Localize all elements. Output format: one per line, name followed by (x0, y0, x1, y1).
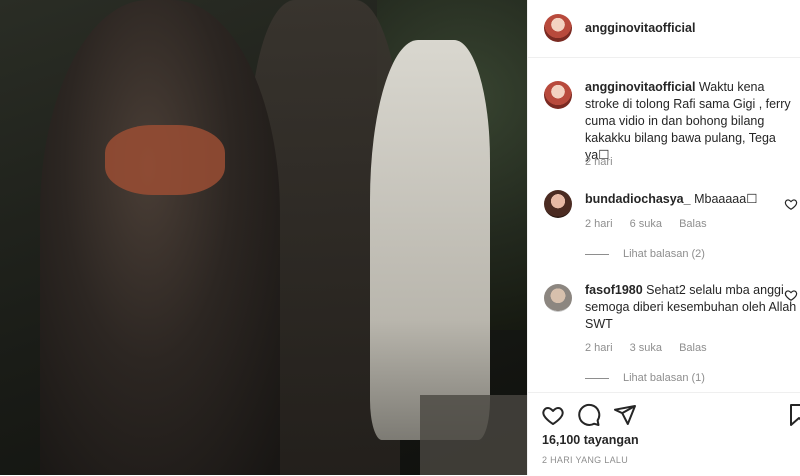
comment-text: Mbaaaaa☐ (694, 192, 758, 206)
comment-item: fasof1980 Sehat2 selalu mba anggi, semog… (544, 282, 796, 334)
comment-item: bundadiochasya_ Mbaaaaa☐ (544, 190, 794, 218)
comment-reply-button[interactable]: Balas (679, 218, 707, 230)
view-replies-label[interactable]: Lihat balasan (1) (623, 372, 705, 384)
comment-avatar[interactable] (544, 190, 572, 218)
comment-username[interactable]: bundadiochasya_ (585, 192, 691, 206)
comment-time: 2 hari (585, 342, 613, 354)
comment-reply-button[interactable]: Balas (679, 342, 707, 354)
comment-meta: 2 hari 6 suka Balas (585, 218, 721, 230)
comment-avatar[interactable] (544, 284, 572, 312)
post-actions: 16,100 tayangan 2 HARI YANG LALU (528, 392, 800, 476)
replies-divider (585, 377, 609, 379)
author-avatar[interactable] (544, 14, 572, 42)
video-person-right (370, 40, 490, 440)
author-username[interactable]: angginovitaofficial (585, 21, 695, 35)
caption-time: 2 hari (585, 156, 613, 168)
caption-text-block: angginovitaofficial Waktu kena stroke di… (585, 79, 800, 164)
replies-divider (585, 253, 609, 255)
post-video[interactable] (0, 0, 527, 475)
comment-likes[interactable]: 3 suka (630, 342, 662, 354)
view-replies[interactable]: Lihat balasan (2) (585, 248, 705, 260)
bookmark-icon[interactable] (787, 403, 800, 427)
view-replies-label[interactable]: Lihat balasan (2) (623, 248, 705, 260)
comment-like-icon[interactable] (784, 288, 798, 302)
share-icon[interactable] (613, 403, 637, 427)
comment-like-icon[interactable] (784, 197, 798, 211)
comment-time: 2 hari (585, 218, 613, 230)
post-header: angginovitaofficial (528, 0, 800, 58)
video-person-left (40, 0, 280, 475)
caption-avatar[interactable] (544, 81, 572, 109)
caption-username[interactable]: angginovitaofficial (585, 80, 695, 94)
caption-meta: 2 hari (585, 156, 627, 168)
video-scarf (105, 125, 225, 195)
comment-likes[interactable]: 6 suka (630, 218, 662, 230)
post-date[interactable]: 2 HARI YANG LALU (542, 455, 628, 465)
post-side-panel: angginovitaofficial angginovitaofficial … (527, 0, 800, 475)
video-ground (420, 395, 527, 475)
heart-icon[interactable] (541, 403, 565, 427)
view-replies[interactable]: Lihat balasan (1) (585, 372, 705, 384)
comment-text-block: bundadiochasya_ Mbaaaaa☐ (585, 191, 800, 208)
view-count[interactable]: 16,100 tayangan (542, 433, 639, 447)
post-caption: angginovitaofficial Waktu kena stroke di… (544, 79, 794, 162)
comment-meta: 2 hari 3 suka Balas (585, 342, 721, 354)
comment-icon[interactable] (577, 403, 601, 427)
comment-username[interactable]: fasof1980 (585, 283, 643, 297)
comment-text-block: fasof1980 Sehat2 selalu mba anggi, semog… (585, 282, 800, 333)
